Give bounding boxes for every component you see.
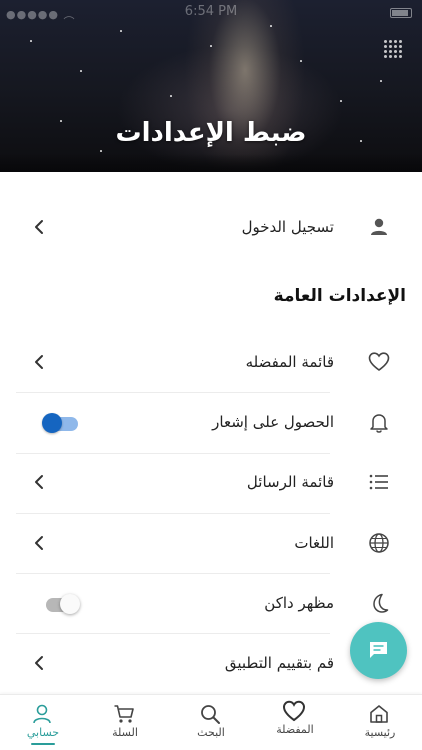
nav-label: رئيسية <box>364 726 396 739</box>
cart-icon <box>114 705 134 723</box>
user-icon <box>371 218 387 235</box>
chevron-left-icon <box>35 220 43 234</box>
chevron-left-icon <box>35 656 43 670</box>
section-title-general: الإعدادات العامة <box>273 286 406 306</box>
globe-icon <box>369 533 389 553</box>
settings-item-label: الحصول على إشعار <box>212 413 334 431</box>
settings-item-notifications[interactable]: الحصول على إشعار <box>16 392 406 452</box>
user-icon <box>33 704 51 724</box>
nav-label: البحث <box>197 726 225 739</box>
settings-item-dark-mode[interactable]: مظهر داكن <box>16 573 406 633</box>
status-time: 6:54 PM <box>184 4 238 19</box>
heart-icon <box>368 352 390 371</box>
list-icon <box>369 474 388 490</box>
nav-item-search[interactable]: البحث <box>176 695 246 750</box>
settings-item-label: اللغات <box>294 534 334 552</box>
settings-item-rate-app[interactable]: قم بتقييم التطبيق <box>16 633 406 693</box>
settings-item-messages[interactable]: قائمة الرسائل <box>16 452 406 512</box>
chat-button[interactable] <box>350 622 407 679</box>
nav-item-cart[interactable]: السلة <box>90 695 160 750</box>
settings-item-languages[interactable]: اللغات <box>16 513 406 573</box>
horizon <box>0 154 422 172</box>
settings-item-label: قائمة الرسائل <box>246 473 334 491</box>
chat-icon <box>370 642 387 658</box>
nav-item-home[interactable]: رئيسية <box>345 695 415 750</box>
grid-menu-icon[interactable] <box>384 40 402 58</box>
settings-item-label: مظهر داكن <box>264 594 334 612</box>
chevron-left-icon <box>35 475 43 489</box>
moon-icon <box>373 593 389 613</box>
settings-item-favorites[interactable]: قائمة المفضله <box>16 332 406 392</box>
active-indicator <box>31 743 55 745</box>
search-icon <box>201 705 220 724</box>
heart-icon <box>282 700 306 722</box>
settings-item-label: قم بتقييم التطبيق <box>224 654 334 672</box>
notifications-toggle[interactable] <box>42 412 78 433</box>
nav-item-favorites[interactable]: المفضلة <box>260 695 330 750</box>
status-bar: ●●●●● ︵ 6:54 PM <box>0 2 422 22</box>
chevron-left-icon <box>35 355 43 369</box>
nav-label: المفضلة <box>276 723 314 736</box>
home-icon <box>370 705 388 723</box>
nav-item-account[interactable]: حسابي <box>8 695 78 750</box>
nav-label: حسابي <box>26 726 60 739</box>
bottom-navigation: حسابي السلة البحث المفضلة رئيسية <box>0 694 422 750</box>
dark-mode-toggle[interactable] <box>42 593 80 614</box>
login-row[interactable]: تسجيل الدخول <box>16 197 406 257</box>
header-banner: ●●●●● ︵ 6:54 PM ضبط الإعدادات <box>0 0 422 172</box>
page-title: ضبط الإعدادات <box>115 118 307 148</box>
login-label: تسجيل الدخول <box>241 218 334 236</box>
bell-icon <box>370 414 388 433</box>
settings-item-label: قائمة المفضله <box>245 353 334 371</box>
nav-label: السلة <box>112 726 138 739</box>
chevron-left-icon <box>35 536 43 550</box>
battery-icon <box>390 8 412 18</box>
